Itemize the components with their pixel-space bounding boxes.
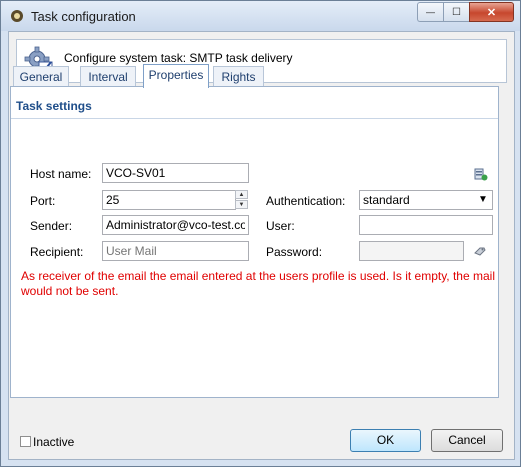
app-icon	[11, 10, 23, 22]
recipient-input[interactable]	[102, 241, 249, 261]
inactive-label: Inactive	[33, 435, 75, 449]
task-configuration-window: Task configuration — ☐ ✕ Configure syste…	[0, 0, 521, 467]
password-label: Password:	[266, 245, 323, 259]
server-connection-icon[interactable]	[474, 167, 488, 181]
close-button[interactable]: ✕	[469, 2, 514, 22]
stepper-up-icon[interactable]: ▲	[235, 190, 248, 199]
section-title: Task settings	[16, 99, 92, 113]
minimize-icon: —	[426, 7, 435, 17]
window-title: Task configuration	[31, 9, 136, 24]
port-label: Port:	[30, 194, 56, 208]
dialog-header-text: Configure system task: SMTP task deliver…	[64, 51, 293, 65]
tab-rights[interactable]: Rights	[213, 66, 264, 87]
recipient-warning-text: As receiver of the email the email enter…	[21, 269, 495, 298]
ok-button[interactable]: OK	[350, 429, 421, 452]
minimize-button[interactable]: —	[417, 2, 443, 22]
tab-general[interactable]: General	[13, 66, 69, 87]
sender-input[interactable]	[102, 215, 249, 235]
authentication-select[interactable]: standard ▼	[359, 190, 493, 210]
tab-properties[interactable]: Properties	[143, 64, 209, 88]
port-input[interactable]	[102, 190, 236, 210]
cancel-button[interactable]: Cancel	[431, 429, 503, 452]
tab-interval[interactable]: Interval	[80, 66, 136, 87]
stepper-down-icon[interactable]: ▼	[235, 200, 248, 209]
password-input[interactable]	[359, 241, 464, 261]
maximize-icon: ☐	[452, 6, 461, 18]
key-icon[interactable]	[473, 244, 487, 258]
title-bar[interactable]: Task configuration — ☐ ✕	[1, 1, 520, 31]
host-name-label: Host name:	[30, 167, 92, 181]
host-name-input[interactable]	[102, 163, 249, 183]
sender-label: Sender:	[30, 219, 73, 233]
close-icon: ✕	[486, 6, 497, 19]
inactive-checkbox[interactable]	[20, 436, 31, 447]
chevron-down-icon: ▼	[478, 194, 488, 205]
user-input[interactable]	[359, 215, 493, 235]
user-label: User:	[266, 219, 295, 233]
section-divider	[11, 118, 498, 119]
recipient-label: Recipient:	[30, 245, 84, 259]
port-stepper[interactable]: ▲ ▼	[235, 190, 248, 210]
window-controls: — ☐ ✕	[417, 2, 514, 22]
maximize-button[interactable]: ☐	[443, 2, 469, 22]
authentication-value: standard	[363, 193, 410, 207]
authentication-label: Authentication:	[266, 194, 346, 208]
